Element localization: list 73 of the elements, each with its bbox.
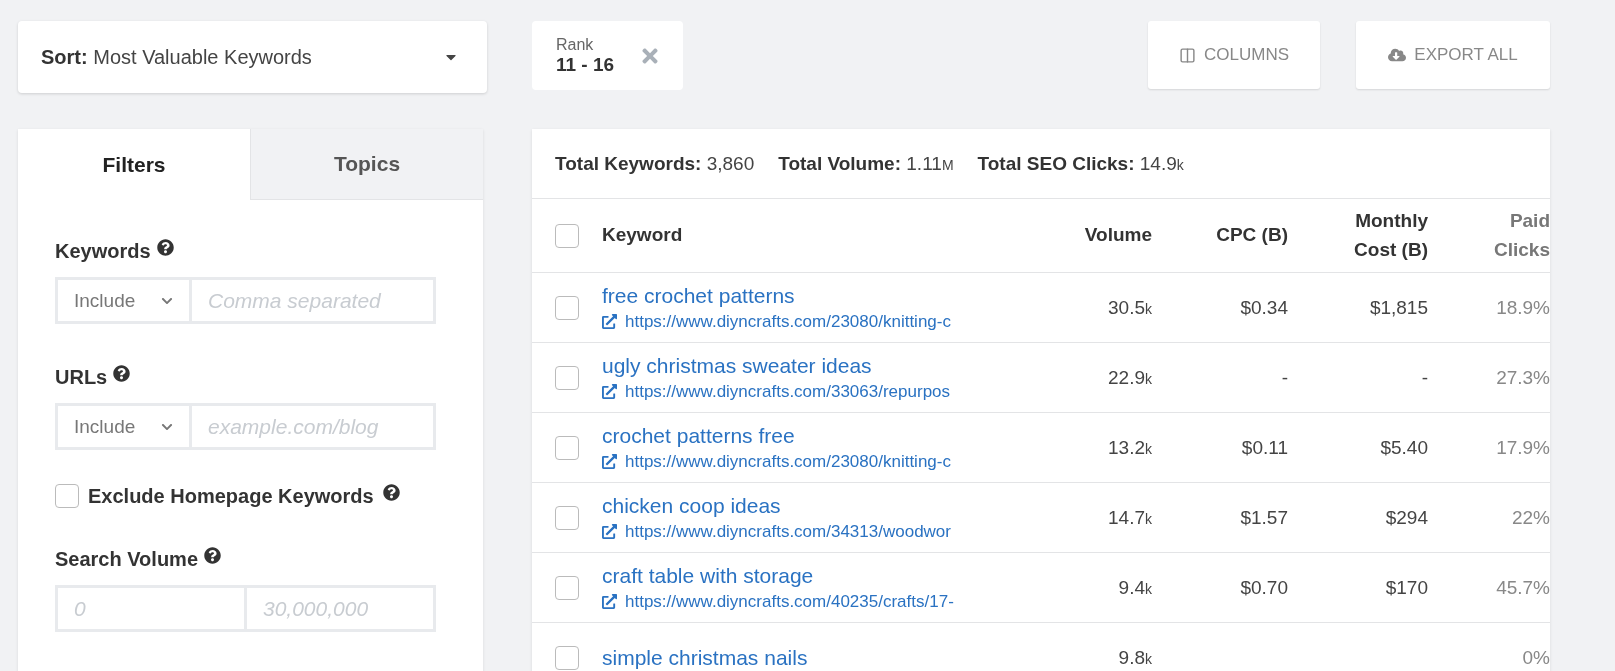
volume-cell-text: 30.5k: [1107, 296, 1152, 319]
columns-icon: [1179, 46, 1196, 64]
columns-button[interactable]: COLUMNS: [1148, 21, 1320, 89]
row-checkbox[interactable]: [555, 645, 579, 670]
external-link-icon: [602, 454, 617, 469]
paid-clicks-cell-text: 18.9%: [1495, 296, 1550, 319]
export-button[interactable]: EXPORT ALL: [1356, 21, 1550, 89]
url-link[interactable]: https://www.diyncrafts.com/40235/crafts/17-: [602, 591, 1002, 612]
paid-clicks-cell-text: 0%: [1521, 646, 1550, 669]
external-link-icon: [602, 314, 617, 329]
cost-cell-text: -: [1420, 366, 1428, 389]
sort-dropdown[interactable]: Sort: Most Valuable Keywords: [18, 21, 487, 93]
tab[interactable]: Topics: [250, 129, 483, 200]
column-header[interactable]: Volume: [1002, 221, 1152, 250]
cloud-download-icon: [1388, 46, 1407, 64]
summary-stat: Total Keywords: 3,860: [555, 152, 755, 175]
help-icon[interactable]: [113, 365, 131, 382]
row-checkbox[interactable]: [555, 505, 579, 530]
paid-clicks-cell-text: 17.9%: [1495, 436, 1550, 459]
column-header[interactable]: Keyword: [602, 221, 1002, 250]
chip-value: 11 - 16: [556, 53, 615, 76]
row-checkbox[interactable]: [555, 365, 579, 390]
help-icon[interactable]: [382, 483, 400, 501]
url-link[interactable]: https://www.diyncrafts.com/34313/woodwor: [602, 521, 1002, 542]
cost-cell-text: $1,815: [1368, 296, 1428, 319]
external-link-icon: [602, 594, 617, 609]
row-checkbox[interactable]: [555, 435, 579, 460]
keyword-link[interactable]: simple christmas nails: [602, 645, 1002, 670]
column-header[interactable]: Monthly Cost (B): [1288, 207, 1428, 264]
checkbox-label: Exclude Homepage Keywords: [88, 484, 374, 508]
cpc-cell-text: -: [1280, 366, 1288, 389]
help-icon[interactable]: [204, 547, 222, 564]
summary-stat: Total Volume: 1.11M: [778, 152, 954, 175]
cost-cell-text: $294: [1384, 506, 1428, 529]
include-dropdown[interactable]: Include: [55, 403, 189, 450]
cpc-cell-text: $0.70: [1239, 576, 1288, 599]
filter-label: URLs: [55, 366, 108, 389]
column-header[interactable]: Paid Clicks: [1428, 207, 1550, 264]
help-icon[interactable]: [156, 239, 174, 256]
include-dropdown[interactable]: Include: [55, 277, 189, 324]
paid-clicks-cell-text: 27.3%: [1495, 366, 1550, 389]
chip-label: Rank: [556, 35, 595, 54]
url-link[interactable]: https://www.diyncrafts.com/23080/knitting-c: [602, 451, 1002, 472]
summary-stat: Total SEO Clicks: 14.9k: [977, 152, 1184, 175]
external-link-icon: [602, 524, 617, 539]
volume-cell-text: 22.9k: [1107, 366, 1152, 389]
volume-cell-text: 13.2k: [1107, 436, 1152, 459]
paid-clicks-cell-text: 22%: [1510, 506, 1550, 529]
filter-label: Keywords: [55, 240, 151, 263]
cost-cell-text: $170: [1384, 576, 1428, 599]
volume-cell-text: 14.7k: [1107, 506, 1152, 529]
cpc-cell-text: $0.11: [1240, 436, 1288, 459]
tab[interactable]: Filters: [18, 129, 250, 200]
keyword-link[interactable]: craft table with storage: [602, 563, 1002, 588]
url-link[interactable]: https://www.diyncrafts.com/33063/repurpos: [602, 381, 1002, 402]
cpc-cell-text: $1.57: [1239, 506, 1288, 529]
row-checkbox[interactable]: [555, 295, 579, 320]
paid-clicks-cell-text: 45.7%: [1495, 576, 1550, 599]
url-link[interactable]: https://www.diyncrafts.com/23080/knitting-c: [602, 311, 1002, 332]
select-all-checkbox[interactable]: [555, 223, 579, 248]
checkbox[interactable]: [55, 484, 79, 508]
column-header[interactable]: CPC (B): [1152, 221, 1288, 250]
keyword-link[interactable]: crochet patterns free: [602, 423, 1002, 448]
volume-cell-text: 9.8k: [1117, 646, 1152, 669]
external-link-icon: [602, 384, 617, 399]
filter-label: Search Volume: [55, 548, 199, 571]
keyword-link[interactable]: ugly christmas sweater ideas: [602, 353, 1002, 378]
cost-cell-text: $5.40: [1379, 436, 1428, 459]
keyword-link[interactable]: free crochet patterns: [602, 283, 1002, 308]
cpc-cell-text: $0.34: [1239, 296, 1288, 319]
row-checkbox[interactable]: [555, 575, 579, 600]
keyword-link[interactable]: chicken coop ideas: [602, 493, 1002, 518]
volume-cell-text: 9.4k: [1117, 576, 1152, 599]
